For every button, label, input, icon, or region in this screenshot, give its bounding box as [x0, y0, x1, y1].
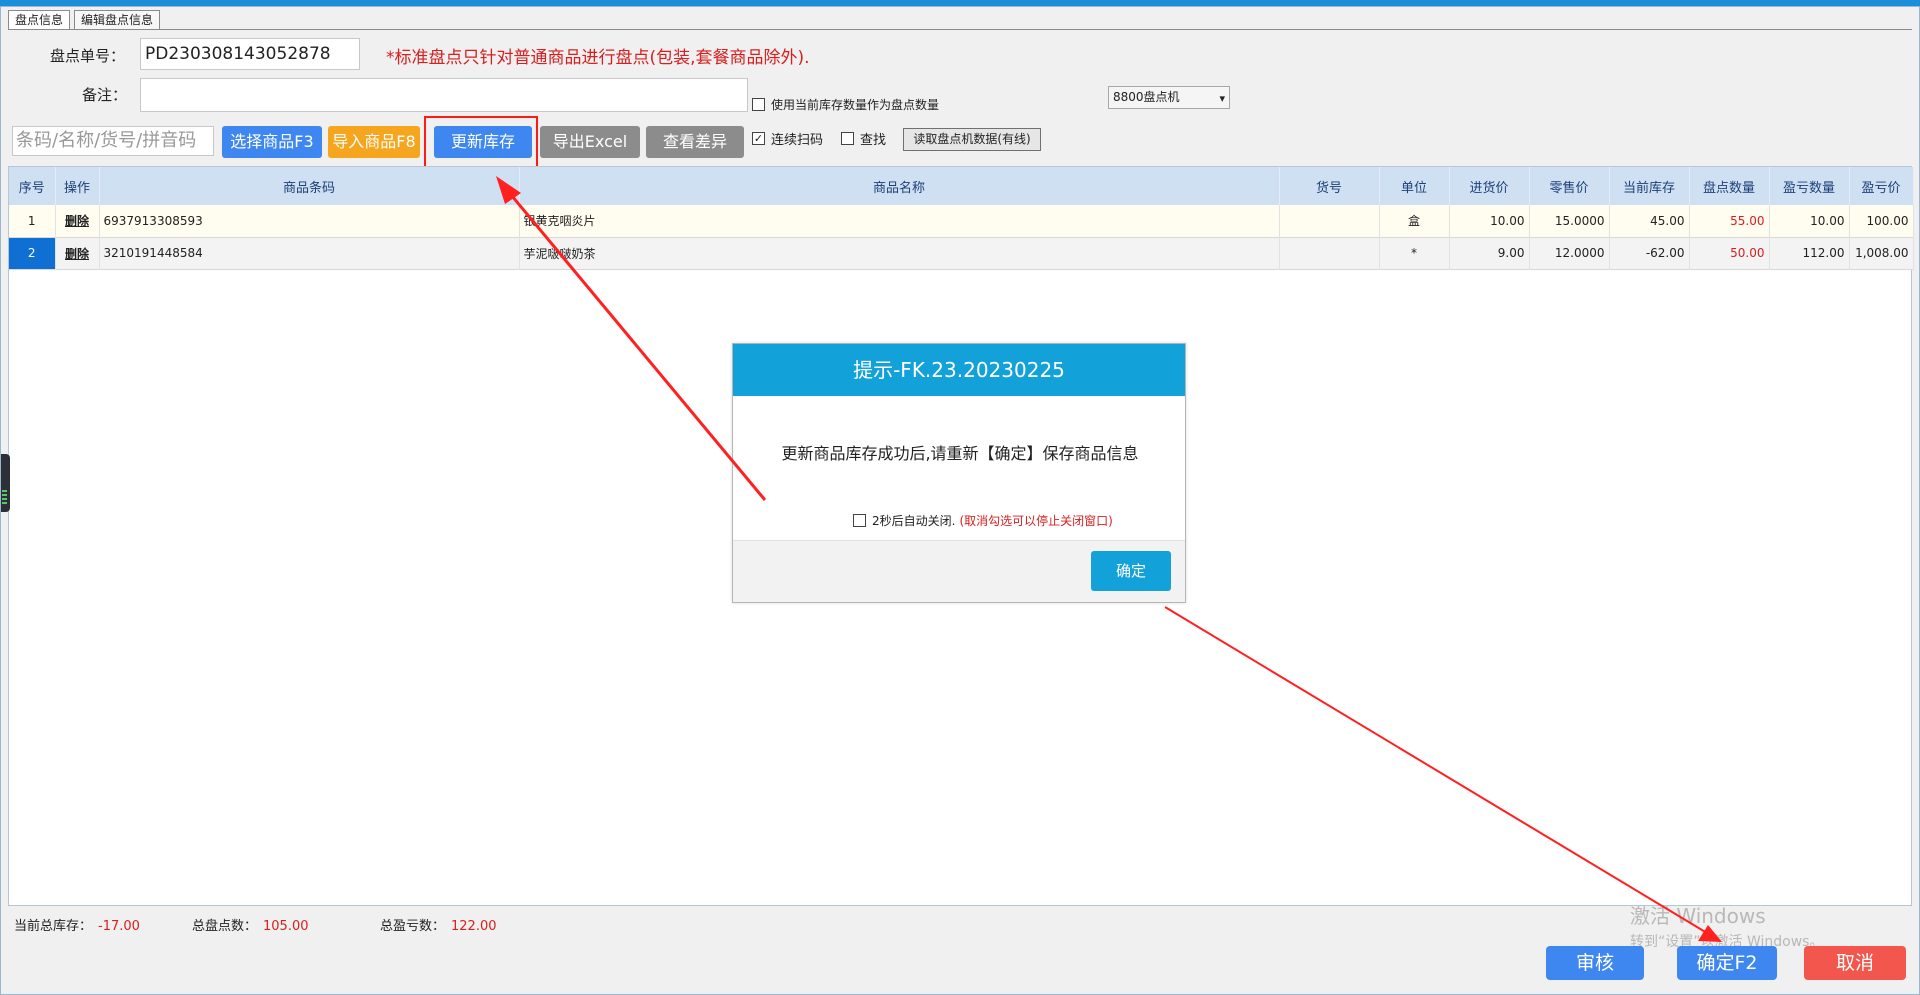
view-diff-button[interactable]: 查看差异 — [646, 126, 744, 158]
table-row[interactable]: 1 删除 6937913308593 银黄克咽炎片 盒 10.00 15.000… — [9, 205, 1914, 237]
order-number-label: 盘点单号： — [50, 47, 126, 65]
continuous-scan-checkbox[interactable]: ✓ 连续扫码 — [752, 129, 823, 148]
tab-count-info[interactable]: 盘点信息 — [8, 10, 71, 30]
col-header-cost[interactable]: 进货价 — [1449, 167, 1530, 205]
total-stock-value: -17.00 — [98, 919, 140, 934]
col-header-unit[interactable]: 单位 — [1379, 167, 1450, 205]
dialog-title: 提示-FK.23.20230225 — [733, 344, 1185, 396]
prompt-dialog: 提示-FK.23.20230225 更新商品库存成功后,请重新【确定】保存商品信… — [732, 343, 1186, 603]
grip-icon — [2, 490, 7, 504]
col-header-op[interactable]: 操作 — [55, 167, 100, 205]
cell-sku — [1279, 205, 1380, 237]
total-diff-value: 122.00 — [451, 919, 497, 934]
use-stock-checkbox[interactable]: 使用当前库存数量作为盘点数量 — [752, 96, 939, 113]
cell-sku — [1279, 237, 1380, 269]
total-count-value: 105.00 — [263, 919, 309, 934]
total-diff-label: 总盈亏数： — [380, 919, 446, 934]
cell-name: 芋泥啵啵奶茶 — [519, 237, 1280, 269]
cell-barcode: 3210191448584 — [99, 237, 520, 269]
delete-link[interactable]: 删除 — [55, 237, 100, 269]
cell-name: 银黄克咽炎片 — [519, 205, 1280, 237]
checkmark-icon: ✓ — [752, 132, 765, 145]
cell-stock: 45.00 — [1609, 205, 1690, 237]
delete-link[interactable]: 删除 — [55, 205, 100, 237]
auto-close-checkbox[interactable]: 2秒后自动关闭. (取消勾选可以停止关闭窗口) — [853, 512, 1113, 529]
confirm-button[interactable]: 确定F2 — [1677, 946, 1777, 980]
windows-activation-watermark: 激活 Windows 转到“设置”以激活 Windows。 — [1630, 900, 1823, 951]
cell-seq-selected: 2 — [9, 237, 56, 269]
cell-price: 15.0000 — [1529, 205, 1610, 237]
remark-label: 备注： — [82, 86, 128, 104]
side-drag-handle[interactable] — [0, 454, 10, 512]
cell-cost: 9.00 — [1449, 237, 1530, 269]
auto-close-hint: (取消勾选可以停止关闭窗口) — [959, 514, 1113, 528]
read-device-button[interactable]: 读取盘点机数据(有线) — [903, 128, 1041, 151]
notice-text: *标准盘点只针对普通商品进行盘点(包装,套餐商品除外). — [386, 48, 810, 68]
table-header-row: 序号 操作 商品条码 商品名称 货号 单位 进货价 零售价 当前库存 盘点数量 … — [9, 167, 1914, 205]
approve-button[interactable]: 审核 — [1546, 946, 1644, 980]
cell-unit: * — [1379, 237, 1450, 269]
total-count-summary: 总盘点数： 105.00 — [192, 915, 309, 934]
cell-diff-amt: 100.00 — [1849, 205, 1914, 237]
remark-field[interactable] — [140, 78, 748, 112]
import-goods-button[interactable]: 导入商品F8 — [328, 126, 420, 158]
col-header-diff-amt[interactable]: 盈亏价 — [1849, 167, 1914, 205]
search-input[interactable]: 条码/名称/货号/拼音码 — [12, 126, 214, 156]
tab-divider — [8, 29, 1912, 30]
auto-close-label: 2秒后自动关闭. — [872, 514, 956, 528]
find-checkbox[interactable]: 查找 — [841, 129, 886, 148]
cell-diff-qty: 112.00 — [1769, 237, 1850, 269]
total-count-label: 总盘点数： — [192, 919, 258, 934]
col-header-name[interactable]: 商品名称 — [519, 167, 1280, 205]
checkbox-box — [752, 98, 765, 111]
dialog-footer: 确定 — [733, 540, 1185, 602]
col-header-count[interactable]: 盘点数量 — [1689, 167, 1770, 205]
cell-count[interactable]: 50.00 — [1689, 237, 1770, 269]
total-stock-summary: 当前总库存： -17.00 — [14, 915, 140, 934]
table-row[interactable]: 2 删除 3210191448584 芋泥啵啵奶茶 * 9.00 12.0000… — [9, 237, 1914, 269]
order-number-field[interactable]: PD230308143052878 — [140, 38, 360, 70]
cell-price: 12.0000 — [1529, 237, 1610, 269]
checkbox-box — [841, 132, 854, 145]
col-header-diff-qty[interactable]: 盈亏数量 — [1769, 167, 1850, 205]
total-diff-summary: 总盈亏数： 122.00 — [380, 915, 497, 934]
col-header-sku[interactable]: 货号 — [1279, 167, 1380, 205]
find-label: 查找 — [860, 133, 887, 148]
dialog-ok-button[interactable]: 确定 — [1091, 551, 1171, 591]
use-stock-label: 使用当前库存数量作为盘点数量 — [771, 98, 940, 112]
col-header-stock[interactable]: 当前库存 — [1609, 167, 1690, 205]
cell-seq: 1 — [9, 205, 56, 237]
export-excel-button[interactable]: 导出Excel — [540, 126, 640, 158]
tab-bar: 盘点信息 编辑盘点信息 — [8, 10, 164, 30]
cell-count[interactable]: 55.00 — [1689, 205, 1770, 237]
cell-cost: 10.00 — [1449, 205, 1530, 237]
continuous-scan-label: 连续扫码 — [771, 133, 824, 148]
watermark-line1: 激活 Windows — [1630, 904, 1766, 928]
cancel-button[interactable]: 取消 — [1804, 946, 1906, 980]
cell-stock: -62.00 — [1609, 237, 1690, 269]
dialog-message: 更新商品库存成功后,请重新【确定】保存商品信息 — [781, 444, 1139, 463]
col-header-price[interactable]: 零售价 — [1529, 167, 1610, 205]
total-stock-label: 当前总库存： — [14, 919, 93, 934]
select-goods-button[interactable]: 选择商品F3 — [222, 126, 322, 158]
device-select[interactable]: 8800盘点机 ▾ — [1108, 86, 1230, 109]
window-top-bar — [0, 0, 1920, 6]
cell-barcode: 6937913308593 — [99, 205, 520, 237]
chevron-down-icon: ▾ — [1219, 92, 1225, 105]
col-header-barcode[interactable]: 商品条码 — [99, 167, 520, 205]
device-select-value: 8800盘点机 — [1113, 90, 1180, 104]
checkbox-box — [853, 514, 866, 527]
cell-diff-amt: 1,008.00 — [1849, 237, 1914, 269]
tab-edit-count-info[interactable]: 编辑盘点信息 — [74, 10, 161, 30]
col-header-seq[interactable]: 序号 — [9, 167, 56, 205]
cell-diff-qty: 10.00 — [1769, 205, 1850, 237]
cell-unit: 盒 — [1379, 205, 1450, 237]
